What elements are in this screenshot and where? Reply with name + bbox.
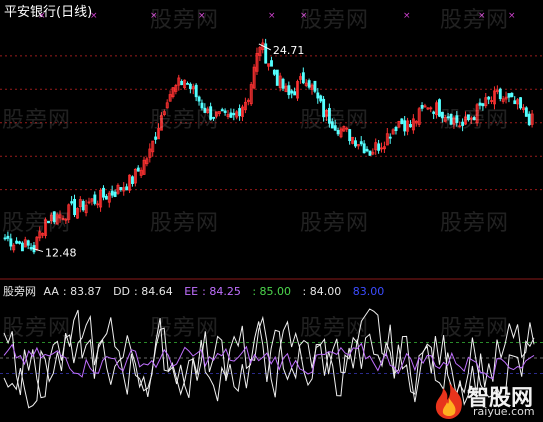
- candle-body: [15, 240, 19, 244]
- candle-body: [527, 113, 531, 126]
- candle-body: [409, 123, 412, 128]
- indicator-name: 股旁网: [3, 285, 36, 298]
- candle-body: [275, 69, 279, 86]
- candle-body: [316, 92, 320, 99]
- indicator-legend: 股旁网 AA: 83.87 DD: 84.64 EE: 84.25 : 85.0…: [3, 283, 392, 299]
- candle-body: [377, 143, 381, 151]
- watermark: 股旁网: [440, 316, 510, 341]
- candle-body: [220, 109, 224, 112]
- candle-body: [507, 93, 511, 98]
- watermark: 股旁网: [440, 8, 510, 33]
- watermark: 股旁网: [300, 316, 370, 341]
- candle-body: [420, 104, 424, 109]
- candle-body: [354, 140, 357, 147]
- candle-body: [287, 85, 291, 96]
- candle-body: [432, 111, 436, 114]
- watermark: 股旁网: [150, 211, 220, 236]
- candle-body: [524, 107, 528, 117]
- legend-ee: EE: 84.25: [184, 285, 241, 298]
- candle-body: [119, 187, 123, 191]
- candle-body: [307, 80, 311, 88]
- high-label: 24.71: [273, 44, 305, 57]
- candle-body: [400, 118, 404, 125]
- signal-marker: ×: [403, 11, 411, 21]
- legend-aa: AA: 83.87: [43, 285, 102, 298]
- candle-body: [223, 110, 227, 113]
- candle-body: [125, 186, 129, 191]
- candle-body: [498, 88, 502, 100]
- watermark: 股旁网: [300, 8, 370, 33]
- candle-body: [510, 92, 514, 98]
- chart-screen: { "title": "平安银行(日线)", "watermark": "股旁网…: [0, 0, 543, 422]
- candle-body: [270, 60, 273, 67]
- candle-body: [3, 237, 7, 240]
- watermark: 股旁网: [2, 316, 72, 341]
- candle-body: [131, 176, 134, 184]
- candle-body: [368, 150, 372, 156]
- candle-body: [272, 69, 276, 75]
- candle-body: [359, 141, 363, 145]
- candle-body: [513, 100, 517, 105]
- candle-body: [93, 194, 97, 204]
- candle-body: [18, 241, 21, 244]
- candle-body: [102, 187, 105, 198]
- candle-body: [290, 90, 294, 94]
- signal-marker: ×: [508, 11, 516, 21]
- candle-body: [186, 83, 189, 85]
- candle-body: [301, 72, 305, 84]
- candle-body: [293, 91, 297, 96]
- candle-body: [26, 240, 30, 246]
- candle-body: [319, 95, 323, 102]
- candle-body: [180, 81, 184, 86]
- candle-body: [110, 190, 114, 196]
- legend-level-84: : 84.00: [302, 285, 342, 298]
- candle-body: [313, 80, 317, 92]
- low-label: 12.48: [45, 247, 76, 260]
- candle-body: [113, 191, 117, 197]
- candle-body: [229, 112, 233, 118]
- candle-body: [362, 143, 366, 154]
- legend-level-83: 83.00: [352, 285, 385, 298]
- candle-body: [104, 195, 108, 200]
- candle-body: [70, 201, 74, 204]
- candle-body: [29, 247, 33, 250]
- chart-title: 平安银行(日线): [4, 5, 93, 20]
- watermark: 股旁网: [300, 211, 370, 236]
- watermark: 股旁网: [150, 108, 220, 133]
- logo-url: raiyue.com: [473, 405, 535, 418]
- candle-body: [365, 148, 369, 152]
- watermark: 股旁网: [150, 316, 220, 341]
- candle-body: [20, 242, 24, 252]
- flame-icon: [435, 382, 462, 419]
- candle-body: [197, 96, 201, 102]
- watermark: 股旁网: [2, 211, 72, 236]
- candle-body: [394, 126, 398, 131]
- candle-body: [194, 84, 198, 98]
- watermark: 股旁网: [440, 108, 510, 133]
- candle-body: [81, 201, 85, 211]
- legend-dd: DD: 84.64: [113, 285, 173, 298]
- candle-body: [281, 78, 285, 89]
- candle-body: [154, 136, 158, 140]
- legend-level-85: : 85.00: [252, 285, 292, 298]
- watermark: 股旁网: [2, 108, 72, 133]
- candle-body: [388, 136, 392, 139]
- candle-body: [73, 198, 77, 216]
- signal-marker: ×: [268, 11, 276, 21]
- candle-body: [238, 108, 242, 117]
- candle-body: [136, 167, 140, 172]
- candle-body: [9, 238, 13, 247]
- candle-body: [487, 96, 491, 100]
- candle-body: [519, 97, 523, 109]
- site-logo: 智股网 raiyue.com: [429, 379, 541, 421]
- candle-body: [188, 83, 192, 89]
- watermark: 股旁网: [300, 108, 370, 133]
- watermark: 股旁网: [440, 211, 510, 236]
- watermark: 股旁网: [150, 8, 220, 33]
- candle-body: [403, 120, 407, 132]
- candle-body: [232, 113, 236, 116]
